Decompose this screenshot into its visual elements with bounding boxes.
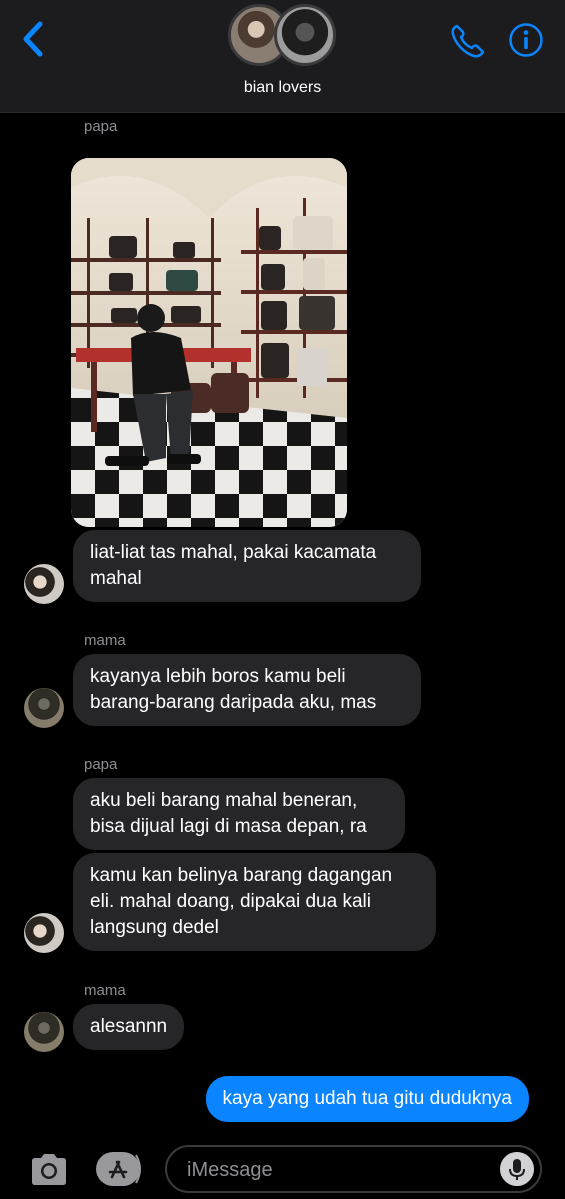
avatar[interactable] — [24, 1012, 64, 1052]
message-bubble[interactable]: aku beli barang mahal beneran, bisa diju… — [73, 778, 405, 850]
group-avatars[interactable] — [228, 4, 338, 68]
photo-image — [71, 158, 347, 527]
message-bubble[interactable]: kamu kan belinya barang dagangan eli. ma… — [73, 853, 436, 951]
microphone-icon[interactable] — [500, 1152, 534, 1186]
sent-message-bubble[interactable]: kaya yang udah tua gitu duduknya — [205, 1076, 529, 1122]
group-name[interactable]: bian lovers — [0, 79, 565, 97]
message-bubble[interactable]: alesannn — [73, 1004, 185, 1050]
camera-icon[interactable] — [28, 1151, 70, 1187]
message-input[interactable]: iMessage — [165, 1145, 542, 1193]
group-avatar-2 — [274, 4, 336, 66]
chevron-left-icon[interactable] — [18, 20, 48, 58]
message-bubble[interactable]: liat-liat tas mahal, pakai kacamata maha… — [73, 530, 421, 602]
message-input-placeholder: iMessage — [187, 1159, 273, 1181]
avatar[interactable] — [24, 688, 64, 728]
app-store-icon[interactable] — [96, 1152, 144, 1186]
avatar[interactable] — [24, 913, 64, 953]
info-icon[interactable] — [508, 22, 544, 58]
sender-label: papa — [84, 118, 118, 135]
sender-label: mama — [84, 632, 126, 649]
shared-photo[interactable] — [71, 158, 347, 527]
message-bubble[interactable]: kayanya lebih boros kamu beli barang-bar… — [73, 654, 421, 726]
conversation-header: bian lovers — [0, 0, 565, 113]
sender-label: mama — [84, 982, 126, 999]
phone-icon[interactable] — [449, 22, 487, 60]
sender-label: papa — [84, 756, 118, 773]
avatar[interactable] — [24, 564, 64, 604]
